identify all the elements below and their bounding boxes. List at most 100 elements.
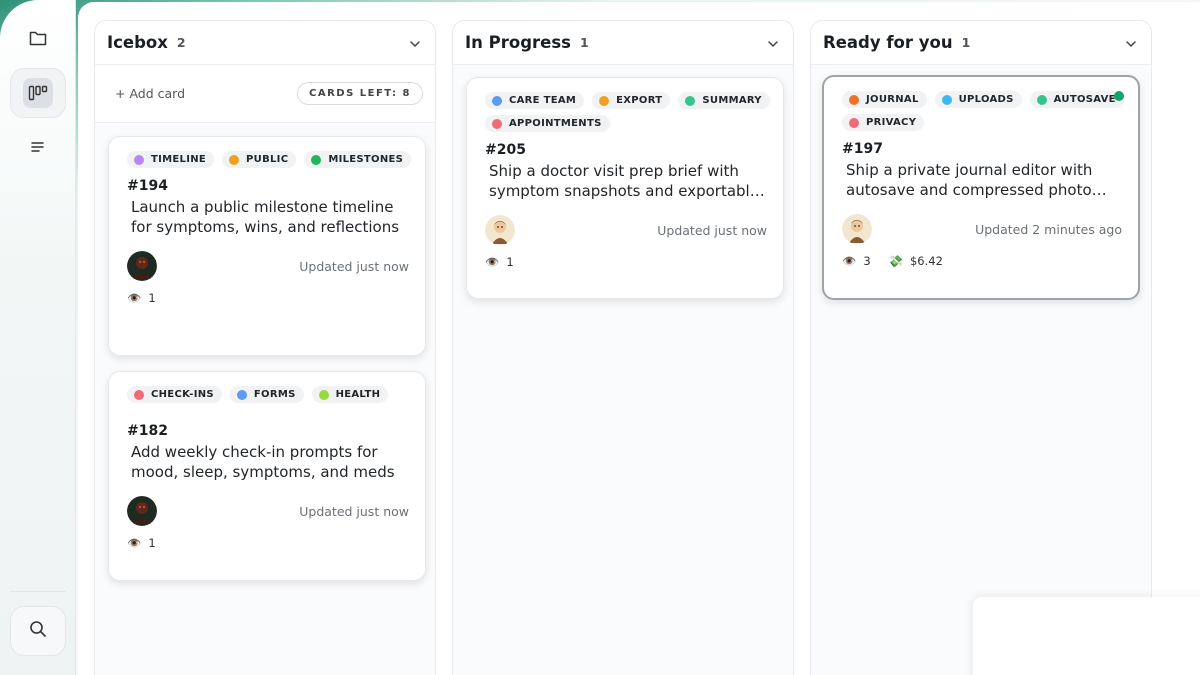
eye-icon: 👁️ — [485, 255, 500, 269]
tag-label: CARE TEAM — [509, 95, 577, 106]
tag: CHECK-INS — [127, 386, 222, 403]
updated-text: Updated just now — [657, 222, 767, 238]
column-count: 1 — [579, 35, 589, 50]
views-stat: 👁️ 1 — [485, 255, 514, 269]
eye-icon: 👁️ — [127, 536, 142, 550]
chevron-down-icon[interactable] — [409, 33, 421, 52]
tag: HEALTH — [311, 386, 389, 403]
column-icebox: Icebox 2 + Add card CARDS LEFT: 8 TIMELI… — [94, 20, 436, 675]
views-count: 1 — [506, 255, 514, 269]
tag-label: HEALTH — [335, 389, 381, 400]
column-title: Ready for you — [823, 33, 953, 52]
cost-stat: 💸 $6.42 — [889, 254, 943, 268]
card-title: Ship a doctor visit prep brief with symp… — [489, 162, 765, 200]
card-title: Ship a private journal editor with autos… — [846, 161, 1107, 199]
card-meta: Updated just now — [485, 215, 767, 245]
folder-icon — [29, 30, 47, 50]
card-182[interactable]: CHECK-INS FORMS HEALTH #182 Add weekly c… — [108, 371, 426, 581]
tag-label: PRIVACY — [866, 117, 917, 128]
tag: UPLOADS — [934, 91, 1022, 108]
eye-icon: 👁️ — [127, 291, 142, 305]
tag-dot — [685, 95, 696, 106]
avatar — [127, 251, 157, 281]
tag: JOURNAL — [842, 91, 927, 108]
column-title: In Progress — [465, 33, 571, 52]
sidebar-search-button[interactable] — [10, 606, 66, 656]
views-count: 1 — [148, 291, 156, 305]
updated-text: Updated just now — [299, 258, 409, 274]
views-stat: 👁️ 1 — [127, 536, 156, 550]
views-count: 1 — [148, 536, 156, 550]
card-title: Launch a public milestone timeline for s… — [131, 198, 400, 236]
column-header[interactable]: Icebox 2 — [95, 21, 435, 65]
updated-text: Updated 2 minutes ago — [975, 221, 1122, 237]
sidebar-divider — [10, 591, 66, 592]
tag: PRIVACY — [842, 114, 925, 131]
tag-label: EXPORT — [616, 95, 663, 106]
column-count: 2 — [176, 35, 186, 50]
column-ready-for-you: Ready for you 1 JOURNAL UPLOADS AUTOSAVE… — [810, 20, 1152, 675]
tag-label: CHECK-INS — [151, 389, 214, 400]
tag-dot — [492, 95, 502, 106]
tag-dot — [134, 154, 144, 165]
sidebar-item-board[interactable] — [10, 68, 66, 118]
card-stats: 👁️ 1 — [127, 291, 409, 305]
tag: SUMMARY — [678, 92, 770, 109]
sidebar — [0, 0, 76, 675]
tag: EXPORT — [592, 92, 671, 109]
views-stat: 👁️ 1 — [127, 291, 156, 305]
tag-dot — [229, 154, 240, 165]
column-header[interactable]: In Progress 1 — [453, 21, 793, 65]
tag-dot — [1036, 94, 1047, 105]
column-header[interactable]: Ready for you 1 — [811, 21, 1151, 65]
card-meta: Updated 2 minutes ago — [842, 214, 1122, 244]
card-stats: 👁️ 1 — [127, 536, 409, 550]
card-number: #205 — [485, 142, 526, 158]
cost-value: $6.42 — [909, 254, 943, 268]
tag-label: SUMMARY — [702, 95, 762, 106]
tag: TIMELINE — [127, 151, 215, 168]
tag-label: UPLOADS — [958, 94, 1014, 105]
card-205[interactable]: CARE TEAM EXPORT SUMMARY APPOINTMENTS #2… — [466, 77, 784, 299]
card-197[interactable]: JOURNAL UPLOADS AUTOSAVE PRIVACY #197 Sh… — [822, 75, 1140, 300]
tag-dot — [311, 154, 322, 165]
tag-label: MILESTONES — [328, 154, 404, 165]
tag-label: TIMELINE — [151, 154, 207, 165]
card-194[interactable]: TIMELINE PUBLIC MILESTONES #194 Launch a… — [108, 136, 426, 356]
avatar — [842, 214, 872, 244]
tag-label: AUTOSAVE — [1053, 94, 1116, 105]
updated-text: Updated just now — [299, 503, 409, 519]
tag: MILESTONES — [304, 151, 412, 168]
tag-dot — [941, 94, 952, 105]
list-icon — [31, 138, 45, 157]
corner-panel — [973, 597, 1200, 675]
tag: CARE TEAM — [485, 92, 585, 109]
sidebar-item-files[interactable] — [10, 15, 66, 65]
cards-left-badge: CARDS LEFT: 8 — [296, 82, 423, 105]
avatar — [485, 215, 515, 245]
column-count: 1 — [961, 35, 971, 50]
card-stats: 👁️ 1 — [485, 255, 767, 269]
column-title: Icebox — [107, 33, 168, 52]
chevron-down-icon[interactable] — [1125, 33, 1137, 52]
tag: PUBLIC — [222, 151, 297, 168]
tag-label: PUBLIC — [246, 154, 289, 165]
sidebar-item-list[interactable] — [10, 122, 66, 172]
tag-dot — [318, 389, 329, 400]
chevron-down-icon[interactable] — [767, 33, 779, 52]
search-icon — [29, 620, 47, 642]
tag-list: CHECK-INS FORMS HEALTH — [127, 386, 417, 403]
eye-icon: 👁️ — [842, 254, 857, 268]
tag: FORMS — [229, 386, 304, 403]
card-meta: Updated just now — [127, 251, 409, 281]
tag: APPOINTMENTS — [485, 115, 610, 132]
tag-dot — [492, 118, 502, 129]
board: Icebox 2 + Add card CARDS LEFT: 8 TIMELI… — [78, 2, 1200, 675]
card-meta: Updated just now — [127, 496, 409, 526]
card-number: #182 — [127, 423, 168, 439]
add-card-button[interactable]: + Add card — [115, 86, 185, 101]
tag-dot — [134, 389, 144, 400]
tag-label: FORMS — [253, 389, 296, 400]
tag: AUTOSAVE — [1029, 91, 1124, 108]
tag-list: TIMELINE PUBLIC MILESTONES — [127, 151, 417, 168]
